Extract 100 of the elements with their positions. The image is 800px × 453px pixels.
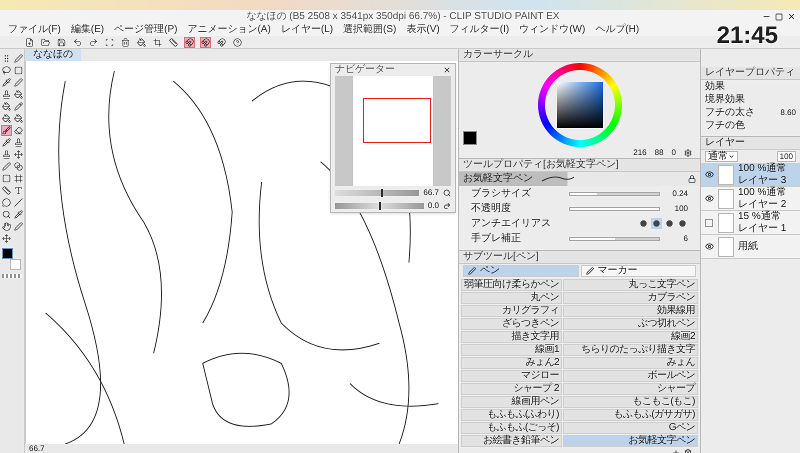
brush-tool[interactable] (0, 125, 12, 136)
sub-tool-tab[interactable]: マーカー (580, 265, 696, 277)
brush-item[interactable]: ちらりのたっぷり描き文字 (563, 344, 698, 356)
layer-row[interactable]: 用紙 (701, 235, 800, 259)
menu-item[interactable]: アニメーション(A) (187, 24, 271, 34)
paint-bucket-tool[interactable] (0, 101, 12, 112)
brush-item[interactable]: シャープ 2 (461, 383, 562, 395)
pen-tool[interactable] (0, 161, 12, 172)
lock-icon[interactable] (688, 175, 696, 183)
layer-row[interactable]: 100 %通常 レイヤー 3 (701, 163, 800, 187)
menu-item[interactable]: ウィンドウ(W) (519, 24, 586, 34)
move-tool[interactable] (12, 149, 24, 160)
paint-bucket-tool[interactable] (12, 113, 24, 124)
layer-row[interactable]: 15 %通常 レイヤー 1 (701, 211, 800, 235)
brush-item[interactable]: カリグラフィ (461, 305, 562, 317)
brush-item[interactable]: シャープ (563, 383, 698, 395)
trash-tool[interactable] (120, 36, 131, 48)
transform-tool[interactable] (104, 36, 115, 48)
brush-item[interactable]: カブラペン (563, 292, 698, 304)
brush-item[interactable]: ぶつ切れペン (563, 318, 698, 330)
maximize-icon[interactable] (774, 12, 783, 20)
brush-item[interactable]: もこもこ(もこ) (563, 396, 698, 408)
eye-icon[interactable] (705, 170, 714, 179)
brush-item[interactable]: もふもふ(ガサガサ) (563, 409, 698, 421)
brush-item[interactable]: お絵書き鉛筆ペン (461, 435, 562, 447)
brush-item[interactable]: ボールペン (563, 370, 698, 382)
ruler-tool[interactable] (0, 185, 12, 196)
menu-item[interactable]: 選択範囲(S) (343, 24, 396, 34)
brush-item[interactable]: もふもふ(ごっそ) (461, 422, 562, 434)
zoom-slider[interactable] (335, 190, 420, 196)
brush-item[interactable]: 線画2 (563, 331, 698, 343)
brush-item[interactable]: みょん (563, 357, 698, 369)
brush-item[interactable]: Gペン (563, 422, 698, 434)
eyedropper-tool[interactable] (12, 209, 24, 220)
eraser-tool[interactable] (12, 125, 24, 136)
folder-tool[interactable] (40, 36, 51, 48)
setting-slider[interactable] (569, 192, 660, 196)
antialias-option[interactable] (651, 218, 662, 229)
pen-tool[interactable] (12, 77, 24, 88)
antialias-option[interactable] (664, 218, 675, 229)
rotate-icon[interactable] (443, 202, 451, 210)
brush-item[interactable]: 丸っこ文字ペン (563, 279, 698, 291)
sub-color-swatch[interactable] (10, 259, 21, 270)
magnet-tool[interactable] (200, 36, 211, 48)
menu-item[interactable]: 表示(V) (406, 24, 440, 34)
rotate-slider[interactable] (335, 202, 424, 208)
help-tool[interactable] (232, 36, 243, 48)
speech-balloon-tool[interactable] (0, 197, 12, 208)
brush-item[interactable]: 効果線用 (563, 305, 698, 317)
brush-item[interactable]: 弱筆圧向け柔らかペン (461, 279, 562, 291)
canvas-tab[interactable]: ななほの (25, 49, 81, 61)
stamp-tool[interactable] (12, 137, 24, 148)
line-tool[interactable] (12, 197, 24, 208)
brush-item[interactable]: お気軽文字ペン (563, 435, 698, 447)
opacity-field[interactable]: 100 (776, 151, 796, 162)
zoom-icon[interactable] (443, 188, 451, 196)
brush-item[interactable]: みょん2 (461, 357, 562, 369)
menu-item[interactable]: フィルター(I) (450, 24, 510, 34)
pen-tool[interactable] (12, 221, 24, 232)
crop-tool[interactable] (152, 36, 163, 48)
hand-tool[interactable] (0, 221, 12, 232)
visibility-toggle[interactable] (705, 218, 713, 226)
paint-bucket-tool[interactable] (0, 113, 12, 124)
magnet-tool[interactable] (216, 36, 227, 48)
brush-item[interactable]: マジロー (461, 370, 562, 382)
eye-icon[interactable] (705, 194, 714, 203)
pen-tool[interactable] (12, 53, 24, 64)
close-icon[interactable] (443, 66, 451, 74)
square-tool[interactable] (0, 173, 12, 184)
undo-tool[interactable] (72, 36, 83, 48)
transparent-swatch[interactable] (2, 274, 22, 278)
zoom-tool[interactable] (0, 209, 12, 220)
gradient-tool[interactable] (12, 161, 24, 172)
saturation-square[interactable] (556, 82, 602, 128)
brush-item[interactable]: ざらつきペン (461, 318, 562, 330)
blend-mode-dropdown[interactable]: 通常 (705, 151, 738, 162)
menu-item[interactable]: ヘルプ(H) (595, 24, 640, 34)
antialias-option[interactable] (677, 218, 688, 229)
move-tool[interactable] (0, 233, 12, 244)
antialias-option[interactable] (638, 218, 649, 229)
brush-item[interactable]: 丸ペン (461, 292, 562, 304)
settings-icon[interactable] (684, 148, 692, 156)
brush-item[interactable]: もふもふ(ふわり) (461, 409, 562, 421)
eyedropper-tool[interactable] (0, 137, 12, 148)
eye-icon[interactable] (705, 242, 714, 251)
frame-tool[interactable] (12, 173, 24, 184)
eyedropper-tool[interactable] (0, 77, 12, 88)
layer-row[interactable]: 100 %通常 レイヤー 2 (701, 187, 800, 211)
new-file-tool[interactable] (24, 36, 35, 48)
square-tool[interactable] (12, 65, 24, 76)
menu-item[interactable]: レイヤー(L) (280, 24, 334, 34)
menu-item[interactable]: ページ管理(P) (114, 24, 178, 34)
text-tool[interactable] (12, 185, 24, 196)
brush-item[interactable]: 線画用ペン (461, 396, 562, 408)
main-color-swatch[interactable] (2, 248, 13, 259)
stamp-tool[interactable] (0, 89, 12, 100)
brush-item[interactable]: 描き文字用 (461, 331, 562, 343)
magnet-tool[interactable] (184, 36, 195, 48)
ruler-tool[interactable] (168, 36, 179, 48)
stamp-tool[interactable] (0, 149, 12, 160)
